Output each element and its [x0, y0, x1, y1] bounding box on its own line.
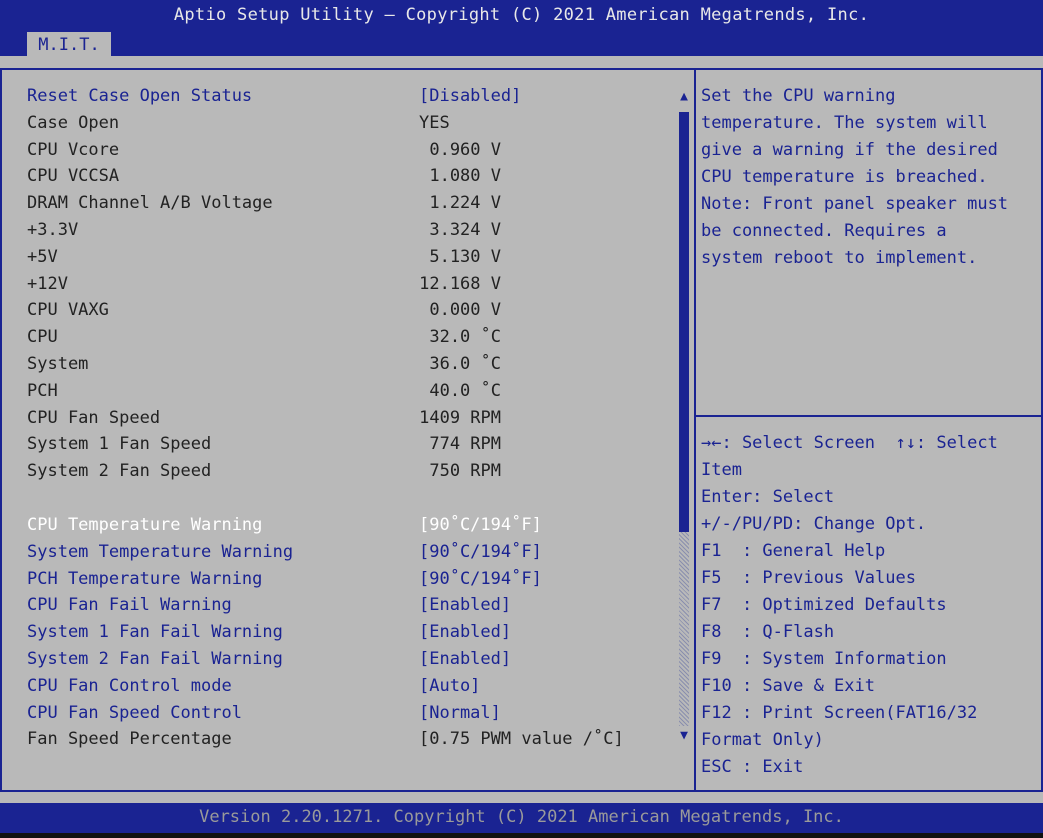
setting-value: YES [419, 112, 450, 133]
setting-value: 40.0 ˚C [429, 380, 501, 401]
version-text: Version 2.20.1271. Copyright (C) 2021 Am… [199, 807, 844, 827]
setting-label: CPU Fan Speed [27, 407, 161, 428]
help-line: system reboot to implement. [701, 248, 978, 268]
setting-label: CPU VAXG [27, 300, 109, 321]
top-border [0, 68, 1043, 70]
key-legend-line: →←: Select Screen ↑↓: Select [701, 433, 998, 453]
setting-value: 0.960 V [429, 139, 501, 160]
setting-label: CPU Temperature Warning [27, 515, 263, 535]
window-title: Aptio Setup Utility – Copyright (C) 2021… [173, 5, 870, 25]
setting-value: 0.000 V [429, 300, 501, 321]
bottom-edge [0, 833, 1043, 838]
key-legend-line: +/-/PU/PD: Change Opt. [701, 514, 927, 534]
setting-label: System 1 Fan Fail Warning [27, 622, 283, 643]
key-legend-line: Enter: Select [701, 487, 835, 507]
setting-value: 750 RPM [429, 461, 501, 482]
help-line: give a warning if the desired [701, 140, 998, 160]
tab-mit[interactable]: M.I.T. [27, 32, 111, 56]
setting-value: 32.0 ˚C [429, 327, 501, 348]
scroll-up-arrow-icon[interactable]: ▲ [676, 87, 692, 107]
key-legend-line: F5 : Previous Values [701, 568, 916, 588]
setting-label: Case Open [27, 112, 120, 133]
setting-value[interactable]: [Enabled] [419, 592, 511, 619]
setting-value[interactable]: [90˚C/194˚F] [419, 539, 542, 566]
help-line: Set the CPU warning [701, 86, 896, 106]
left-border [0, 68, 2, 792]
help-line: Note: Front panel speaker must [701, 194, 1009, 214]
setting-label: CPU Fan Control mode [27, 675, 232, 696]
setting-label: System 2 Fan Speed [27, 461, 212, 482]
key-legend-line: Format Only) [701, 730, 824, 750]
main-panel: Reset Case Open Status [Disabled] Case Ope… [0, 56, 1043, 803]
setting-value[interactable]: [Normal] [419, 700, 501, 727]
help-divider [696, 415, 1041, 417]
setting-label: CPU Fan Speed Control [27, 702, 242, 723]
setting-label: DRAM Channel A/B Voltage [27, 193, 273, 214]
setting-label: +3.3V [27, 220, 79, 240]
title-bar: Aptio Setup Utility – Copyright (C) 2021… [0, 0, 1043, 56]
setting-value[interactable]: [90˚C/194˚F] [419, 512, 542, 539]
setting-value: 1.224 V [429, 193, 501, 214]
setting-label: CPU Vcore [27, 139, 120, 160]
key-legend-line: Item [701, 460, 742, 480]
panel-divider [694, 68, 696, 792]
bottom-border [0, 790, 1043, 792]
setting-value: 1.080 V [429, 166, 501, 187]
setting-value: 774 RPM [429, 434, 501, 455]
key-legend-line: F9 : System Information [701, 649, 947, 669]
setting-value[interactable]: [Disabled] [419, 83, 521, 110]
scrollbar-thumb[interactable] [679, 112, 689, 532]
setting-label: CPU Fan Fail Warning [27, 595, 232, 616]
setting-label: +12V [27, 273, 68, 294]
setting-value: [0.75 PWM value /˚C] [419, 729, 624, 750]
footer-bar: Version 2.20.1271. Copyright (C) 2021 Am… [0, 803, 1043, 833]
setting-label: System Temperature Warning [27, 541, 294, 562]
scroll-down-arrow-icon[interactable]: ▼ [676, 726, 692, 746]
help-line: CPU temperature is breached. [701, 167, 988, 187]
setting-label: System 1 Fan Speed [27, 434, 212, 455]
setting-value[interactable]: [Enabled] [419, 646, 511, 673]
setting-value: 1409 RPM [419, 407, 501, 428]
key-legend-line: ESC : Exit [701, 757, 804, 777]
key-legend-line: F10 : Save & Exit [701, 676, 875, 696]
key-legend-line: F7 : Optimized Defaults [701, 595, 947, 615]
setting-label: System 2 Fan Fail Warning [27, 649, 283, 669]
setting-value: 3.324 V [429, 220, 501, 240]
setting-label: +5V [27, 246, 58, 267]
scrollbar-track[interactable] [679, 532, 689, 726]
setting-label: CPU [27, 327, 58, 348]
setting-value[interactable]: [Auto] [419, 673, 480, 700]
setting-label: System [27, 354, 89, 374]
key-legend-line: F12 : Print Screen(FAT16/32 [701, 703, 978, 723]
key-legend-line: F8 : Q-Flash [701, 622, 835, 642]
setting-label: Fan Speed Percentage [27, 729, 232, 750]
setting-value[interactable]: [Enabled] [419, 619, 511, 646]
setting-label: CPU VCCSA [27, 166, 120, 187]
setting-label: PCH Temperature Warning [27, 568, 263, 589]
setting-value: 5.130 V [429, 246, 501, 267]
key-legend-line: F1 : General Help [701, 541, 886, 561]
help-line: be connected. Requires a [701, 221, 947, 241]
setting-label: Reset Case Open Status [27, 86, 253, 106]
setting-label: PCH [27, 380, 58, 401]
help-line: temperature. The system will [701, 113, 988, 133]
setting-value: 12.168 V [419, 273, 501, 294]
setting-value[interactable]: [90˚C/194˚F] [419, 566, 542, 593]
setting-value: 36.0 ˚C [429, 354, 501, 374]
